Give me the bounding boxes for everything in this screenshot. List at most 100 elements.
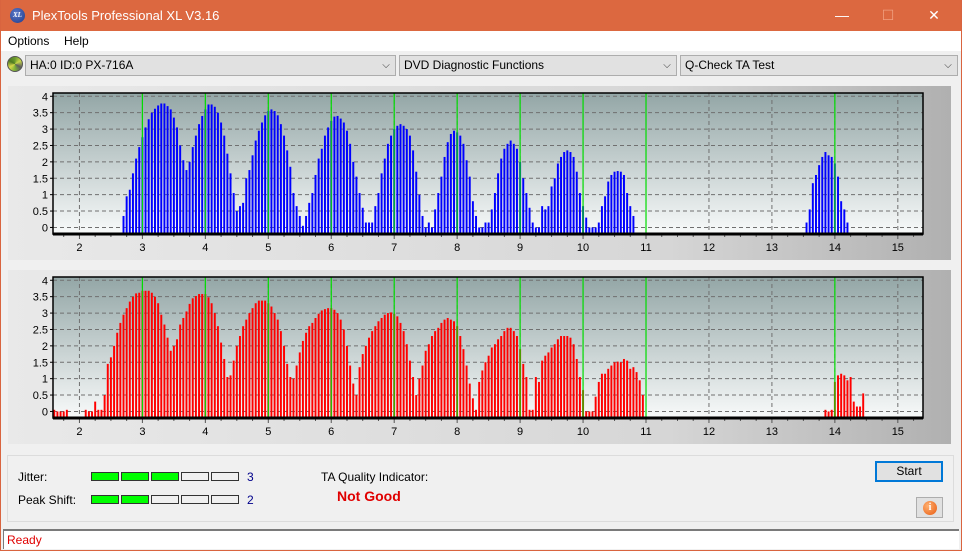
data-bar bbox=[563, 152, 566, 233]
data-bar bbox=[818, 165, 821, 233]
start-button[interactable]: Start bbox=[875, 461, 943, 482]
data-bar bbox=[588, 227, 591, 233]
data-bar bbox=[538, 227, 540, 233]
info-button[interactable]: i bbox=[916, 497, 943, 518]
peak-shift-value: 2 bbox=[247, 493, 254, 507]
data-bar bbox=[131, 296, 134, 417]
x-tick-label: 12 bbox=[703, 242, 715, 254]
drive-select[interactable]: HA:0 ID:0 PX-716A ⌵ bbox=[25, 55, 396, 76]
data-bar bbox=[405, 129, 408, 233]
data-bar bbox=[160, 103, 163, 233]
data-bar bbox=[147, 119, 150, 233]
results-group bbox=[7, 455, 954, 522]
data-bar bbox=[371, 222, 374, 233]
data-bar bbox=[333, 116, 336, 233]
function-select[interactable]: DVD Diagnostic Functions ⌵ bbox=[399, 55, 677, 76]
data-bar bbox=[355, 176, 358, 233]
data-bar bbox=[135, 293, 138, 417]
data-bar bbox=[342, 329, 345, 417]
test-select[interactable]: Q-Check TA Test ⌵ bbox=[680, 55, 958, 76]
data-bar bbox=[242, 326, 245, 417]
menu-options[interactable]: Options bbox=[8, 34, 49, 48]
data-bar bbox=[843, 375, 846, 417]
data-bar bbox=[443, 156, 446, 233]
data-bar bbox=[160, 314, 163, 417]
data-bar bbox=[182, 160, 185, 233]
data-bar bbox=[283, 345, 286, 417]
close-button[interactable]: ✕ bbox=[911, 0, 957, 31]
data-bar bbox=[515, 336, 518, 417]
data-bar bbox=[415, 171, 418, 233]
data-bar bbox=[213, 313, 216, 417]
bottom-chart-panel: 0 0.5 1 1.5 2 2.5 3 3.5 4 2 3 4 5 6 7 8 9 10 11 12 13 14 15 bbox=[8, 270, 951, 444]
data-bar bbox=[371, 331, 374, 417]
data-bar bbox=[478, 381, 481, 417]
data-bar bbox=[594, 396, 597, 417]
data-bar bbox=[131, 173, 134, 233]
x-tick-label: 5 bbox=[265, 242, 271, 254]
data-bar bbox=[597, 222, 600, 233]
data-bar bbox=[465, 365, 468, 417]
data-bar bbox=[462, 349, 465, 417]
data-bar bbox=[377, 193, 380, 233]
data-bar bbox=[198, 124, 201, 233]
data-bar bbox=[465, 160, 468, 233]
data-bar bbox=[59, 411, 62, 417]
data-bar bbox=[254, 303, 257, 417]
data-bar bbox=[629, 368, 632, 417]
data-bar bbox=[575, 358, 578, 417]
data-bar bbox=[235, 211, 238, 233]
minimize-button[interactable]: — bbox=[819, 0, 865, 31]
x-tick-label: 3 bbox=[139, 426, 145, 438]
data-bar bbox=[424, 350, 427, 417]
y-tick-label: 3 bbox=[42, 124, 48, 136]
data-bar bbox=[629, 206, 632, 233]
data-bar bbox=[449, 133, 452, 233]
data-bar bbox=[314, 174, 317, 233]
data-bar bbox=[509, 140, 512, 233]
data-bar bbox=[396, 125, 399, 233]
drive-disc-icon bbox=[7, 56, 23, 72]
data-bar bbox=[408, 135, 411, 233]
data-bar bbox=[541, 206, 544, 233]
test-select-value: Q-Check TA Test bbox=[685, 58, 775, 72]
data-bar bbox=[553, 178, 556, 233]
data-bar bbox=[144, 290, 147, 417]
data-bar bbox=[185, 170, 188, 233]
data-bar bbox=[125, 308, 128, 417]
maximize-button[interactable]: ☐ bbox=[865, 0, 911, 31]
data-bar bbox=[560, 336, 563, 417]
data-bar bbox=[176, 127, 178, 233]
data-bar bbox=[427, 222, 430, 233]
data-bar bbox=[166, 106, 169, 233]
data-bar bbox=[843, 209, 846, 233]
data-bar bbox=[138, 147, 141, 233]
data-bar bbox=[503, 148, 506, 233]
data-bar bbox=[276, 115, 279, 233]
data-bar bbox=[245, 178, 248, 233]
y-tick-label: 1.5 bbox=[33, 357, 48, 369]
data-bar bbox=[91, 411, 94, 417]
data-bar bbox=[289, 166, 292, 233]
x-tick-label: 5 bbox=[265, 426, 271, 438]
data-bar bbox=[257, 130, 260, 233]
jitter-label: Jitter: bbox=[18, 470, 48, 484]
data-bar bbox=[122, 215, 125, 233]
title-bar[interactable]: XL PlexTools Professional XL V3.16 — ☐ ✕ bbox=[1, 0, 961, 31]
x-tick-label: 10 bbox=[577, 426, 589, 438]
data-bar bbox=[317, 158, 320, 233]
data-bar bbox=[538, 381, 540, 417]
data-bar bbox=[575, 171, 578, 233]
data-bar bbox=[613, 171, 616, 233]
data-bar bbox=[585, 411, 588, 417]
data-bar bbox=[355, 395, 358, 417]
data-bar bbox=[475, 215, 478, 233]
data-bar bbox=[509, 327, 512, 417]
data-bar bbox=[531, 222, 534, 233]
y-tick-label: 0.5 bbox=[33, 206, 48, 218]
data-bar bbox=[493, 344, 496, 417]
data-bar bbox=[191, 298, 194, 417]
data-bar bbox=[462, 143, 465, 233]
menu-help[interactable]: Help bbox=[64, 34, 89, 48]
data-bar bbox=[503, 331, 506, 417]
